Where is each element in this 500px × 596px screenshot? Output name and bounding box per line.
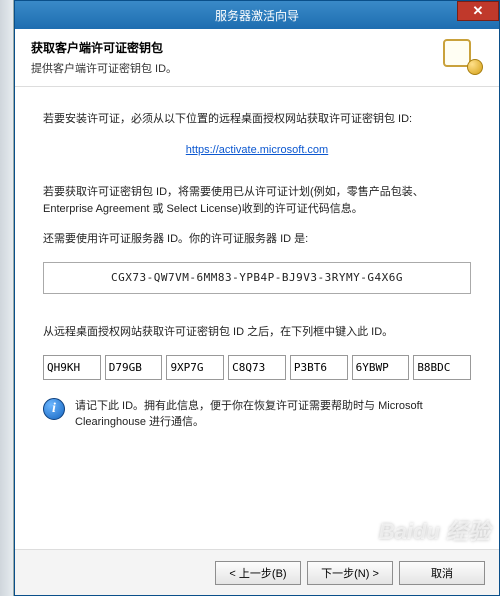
next-button[interactable]: 下一步(N) > (307, 561, 393, 585)
info-text: 请记下此 ID。拥有此信息，便于你在恢复许可证需要帮助时与 Microsoft … (75, 398, 471, 431)
close-icon: ✕ (473, 3, 484, 19)
keypack-field-5[interactable] (290, 355, 348, 380)
server-id-display: CGX73-QW7VM-6MM83-YPB4P-BJ9V3-3RYMY-G4X6… (43, 262, 471, 295)
wizard-content: 若要安装许可证，必须从以下位置的远程桌面授权网站获取许可证密钥包 ID: htt… (15, 87, 499, 549)
keypack-id-row (43, 355, 471, 380)
certificate-icon (443, 39, 483, 75)
info-icon: i (43, 398, 65, 420)
activation-wizard-dialog: 服务器激活向导 ✕ 获取客户端许可证密钥包 提供客户端许可证密钥包 ID。 若要… (14, 0, 500, 596)
parent-window-edge (0, 0, 14, 596)
instruction-enter: 从远程桌面授权网站获取许可证密钥包 ID 之后，在下列框中键入此 ID。 (43, 324, 471, 341)
keypack-field-3[interactable] (166, 355, 224, 380)
wizard-header: 获取客户端许可证密钥包 提供客户端许可证密钥包 ID。 (15, 29, 499, 87)
header-title: 获取客户端许可证密钥包 (31, 39, 431, 56)
keypack-field-6[interactable] (352, 355, 410, 380)
instruction-serverid: 还需要使用许可证服务器 ID。你的许可证服务器 ID 是: (43, 231, 471, 248)
keypack-field-7[interactable] (413, 355, 471, 380)
dialog-title: 服务器激活向导 (15, 7, 499, 24)
instruction-keypack: 若要获取许可证密钥包 ID，将需要使用已从许可证计划(例如，零售产品包装、Ent… (43, 184, 471, 217)
activation-link[interactable]: https://activate.microsoft.com (186, 144, 328, 156)
cancel-button[interactable]: 取消 (399, 561, 485, 585)
back-button[interactable]: < 上一步(B) (215, 561, 301, 585)
instruction-install: 若要安装许可证，必须从以下位置的远程桌面授权网站获取许可证密钥包 ID: (43, 111, 471, 128)
titlebar: 服务器激活向导 ✕ (15, 1, 499, 29)
info-row: i 请记下此 ID。拥有此信息，便于你在恢复许可证需要帮助时与 Microsof… (43, 398, 471, 431)
header-text: 获取客户端许可证密钥包 提供客户端许可证密钥包 ID。 (31, 39, 431, 76)
wizard-footer: < 上一步(B) 下一步(N) > 取消 (15, 549, 499, 595)
keypack-field-2[interactable] (105, 355, 163, 380)
keypack-field-4[interactable] (228, 355, 286, 380)
keypack-field-1[interactable] (43, 355, 101, 380)
header-subtitle: 提供客户端许可证密钥包 ID。 (31, 60, 431, 76)
close-button[interactable]: ✕ (457, 1, 499, 21)
